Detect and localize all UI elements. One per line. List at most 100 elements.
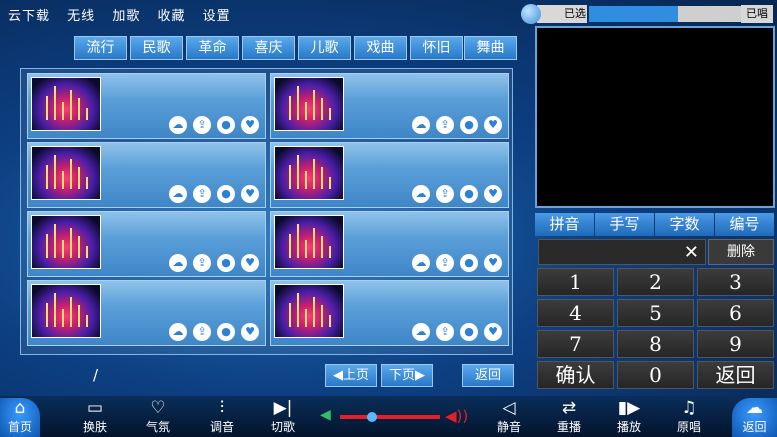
- cloud-icon[interactable]: ☁: [169, 116, 187, 134]
- cloud-icon[interactable]: ☁: [412, 323, 430, 341]
- singer-icon[interactable]: ●: [460, 185, 478, 203]
- heart-icon[interactable]: ♥: [484, 323, 502, 341]
- nav-skin[interactable]: ▭ 换肤: [70, 398, 120, 435]
- category-nostalgia[interactable]: 怀旧: [410, 36, 463, 60]
- menu-add-song[interactable]: 加歌: [112, 9, 140, 24]
- key-confirm[interactable]: 确认: [537, 361, 614, 389]
- key-3[interactable]: 3: [697, 268, 774, 296]
- heart-icon[interactable]: ♥: [241, 116, 259, 134]
- top-icon[interactable]: ⇪: [193, 185, 211, 203]
- song-card[interactable]: ☁ ⇪ ● ♥: [27, 280, 266, 346]
- key-1[interactable]: 1: [537, 268, 614, 296]
- singer-icon[interactable]: ●: [460, 116, 478, 134]
- key-2[interactable]: 2: [617, 268, 694, 296]
- volume-track[interactable]: [340, 412, 440, 422]
- cloud-icon[interactable]: ☁: [169, 185, 187, 203]
- song-card[interactable]: ☁ ⇪ ● ♥: [270, 211, 509, 277]
- nav-play[interactable]: ▮▶ 播放: [604, 398, 654, 435]
- top-icon[interactable]: ⇪: [436, 323, 454, 341]
- key-9[interactable]: 9: [697, 330, 774, 358]
- song-card[interactable]: ☁ ⇪ ● ♥: [27, 142, 266, 208]
- back-button[interactable]: 返回: [462, 364, 514, 387]
- key-back[interactable]: 返回: [697, 361, 774, 389]
- key-6[interactable]: 6: [697, 299, 774, 327]
- back-icon: ☁: [746, 398, 763, 418]
- sung-label[interactable]: 已唱: [741, 5, 773, 23]
- category-opera[interactable]: 戏曲: [354, 36, 407, 60]
- category-folk[interactable]: 民歌: [130, 36, 183, 60]
- category-festive[interactable]: 喜庆: [242, 36, 295, 60]
- menu-settings[interactable]: 设置: [203, 9, 231, 24]
- heart-icon[interactable]: ♥: [484, 254, 502, 272]
- heart-icon[interactable]: ♥: [241, 323, 259, 341]
- menu-favorites[interactable]: 收藏: [157, 9, 185, 24]
- nav-tuning[interactable]: ⫶ 调音: [197, 398, 247, 435]
- tab-handwriting[interactable]: 手写: [595, 213, 654, 236]
- song-card[interactable]: ☁ ⇪ ● ♥: [270, 142, 509, 208]
- cloud-icon[interactable]: ☁: [169, 254, 187, 272]
- singer-icon[interactable]: ●: [217, 254, 235, 272]
- page-indicator: /: [93, 366, 99, 384]
- cloud-icon[interactable]: ☁: [412, 254, 430, 272]
- category-children[interactable]: 儿歌: [298, 36, 351, 60]
- nav-replay[interactable]: ⇄ 重播: [544, 398, 594, 435]
- singer-icon[interactable]: ●: [217, 185, 235, 203]
- cloud-icon[interactable]: ☁: [412, 116, 430, 134]
- selected-label[interactable]: 已选: [537, 5, 587, 23]
- top-icon[interactable]: ⇪: [193, 254, 211, 272]
- selected-knob-icon[interactable]: [521, 4, 541, 24]
- tab-char-count[interactable]: 字数: [655, 213, 714, 236]
- top-icon[interactable]: ⇪: [193, 323, 211, 341]
- key-0[interactable]: 0: [617, 361, 694, 389]
- heart-icon[interactable]: ♥: [484, 185, 502, 203]
- replay-icon: ⇄: [561, 398, 577, 418]
- singer-icon[interactable]: ●: [217, 323, 235, 341]
- song-card[interactable]: ☁ ⇪ ● ♥: [270, 280, 509, 346]
- clear-icon[interactable]: ✕: [684, 242, 699, 263]
- delete-button[interactable]: 删除: [708, 239, 774, 265]
- singer-icon[interactable]: ●: [460, 323, 478, 341]
- heart-icon[interactable]: ♥: [241, 185, 259, 203]
- selected-bar: 已选 已唱: [521, 3, 777, 25]
- song-card[interactable]: ☁ ⇪ ● ♥: [27, 73, 266, 139]
- top-icon[interactable]: ⇪: [436, 254, 454, 272]
- heart-icon[interactable]: ♥: [241, 254, 259, 272]
- original-icon: ♫: [681, 398, 697, 418]
- key-5[interactable]: 5: [617, 299, 694, 327]
- volume-low-icon[interactable]: ◀: [320, 407, 331, 423]
- nav-mute[interactable]: ◁ 静音: [484, 398, 534, 435]
- key-4[interactable]: 4: [537, 299, 614, 327]
- menu-cloud-download[interactable]: 云下载: [8, 9, 50, 24]
- volume-control[interactable]: ◀ ◀)): [320, 407, 472, 427]
- song-card[interactable]: ☁ ⇪ ● ♥: [27, 211, 266, 277]
- top-icon[interactable]: ⇪: [193, 116, 211, 134]
- mood-icon: ♡: [150, 398, 166, 418]
- category-revolution[interactable]: 革命: [186, 36, 239, 60]
- key-7[interactable]: 7: [537, 330, 614, 358]
- nav-back[interactable]: ☁ 返回: [732, 398, 777, 437]
- category-pop[interactable]: 流行: [74, 36, 127, 60]
- key-8[interactable]: 8: [617, 330, 694, 358]
- top-icon[interactable]: ⇪: [436, 185, 454, 203]
- cloud-icon[interactable]: ☁: [169, 323, 187, 341]
- tab-number[interactable]: 编号: [715, 213, 774, 236]
- menu-wireless[interactable]: 无线: [67, 9, 95, 24]
- singer-icon[interactable]: ●: [217, 116, 235, 134]
- song-thumbnail: [274, 284, 344, 338]
- nav-skip[interactable]: ▶| 切歌: [258, 398, 308, 435]
- cloud-icon[interactable]: ☁: [412, 185, 430, 203]
- volume-high-icon[interactable]: ◀)): [445, 407, 468, 425]
- heart-icon[interactable]: ♥: [484, 116, 502, 134]
- next-page-button[interactable]: 下页▶: [381, 364, 433, 387]
- singer-icon[interactable]: ●: [460, 254, 478, 272]
- prev-page-button[interactable]: ◀上页: [325, 364, 377, 387]
- top-icon[interactable]: ⇪: [436, 116, 454, 134]
- category-dance[interactable]: 舞曲: [464, 36, 517, 60]
- song-card[interactable]: ☁ ⇪ ● ♥: [270, 73, 509, 139]
- volume-knob[interactable]: [367, 412, 377, 422]
- nav-original[interactable]: ♫ 原唱: [664, 398, 714, 435]
- search-input[interactable]: ✕: [538, 239, 706, 265]
- nav-home[interactable]: ⌂ 首页: [0, 398, 40, 437]
- tab-pinyin[interactable]: 拼音: [535, 213, 594, 236]
- nav-mood[interactable]: ♡ 气氛: [133, 398, 183, 435]
